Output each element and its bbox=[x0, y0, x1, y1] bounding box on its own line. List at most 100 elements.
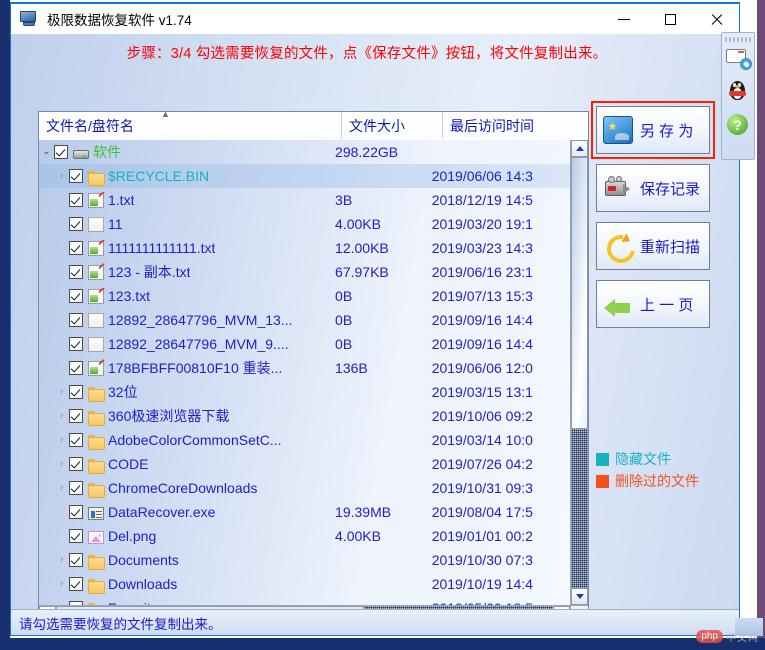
column-header-name[interactable]: 文件名/盘符名 ▲ bbox=[39, 112, 342, 139]
table-row[interactable]: › $RECYCLE.BIN 2019/06/06 14:3 bbox=[39, 164, 570, 188]
action-button-3[interactable]: 重新扫描 bbox=[596, 222, 710, 270]
chevron-down-icon bbox=[575, 594, 584, 599]
table-row[interactable]: › 32位 2019/03/15 13:1 bbox=[39, 380, 570, 404]
horizontal-scrollbar[interactable] bbox=[39, 605, 570, 609]
row-checkbox[interactable] bbox=[69, 457, 83, 471]
folder-icon bbox=[88, 482, 105, 498]
vertical-scroll-track[interactable] bbox=[571, 157, 588, 588]
app-window: 极限数据恢复软件 v1.74 步骤：3/4 勾选需要恢复的文件，点《保存文件》按… bbox=[10, 2, 740, 636]
action-button-wrapper: 保存记录 bbox=[596, 164, 714, 212]
row-checkbox[interactable] bbox=[69, 241, 83, 255]
action-button-2[interactable]: 保存记录 bbox=[596, 164, 710, 212]
table-row[interactable]: 123 - 副本.txt 67.97KB 2019/06/16 23:1 bbox=[39, 260, 570, 284]
row-checkbox[interactable] bbox=[69, 217, 83, 231]
table-row[interactable]: DataRecover.exe 19.39MB 2019/08/04 17:5 bbox=[39, 500, 570, 524]
cell-last-access-time: 2019/03/14 10:0 bbox=[431, 432, 533, 448]
table-row[interactable]: › 360极速浏览器下载 2019/10/06 09:2 bbox=[39, 404, 570, 428]
cell-file-size: 19.39MB bbox=[335, 504, 392, 520]
horizontal-scroll-thumb[interactable] bbox=[56, 606, 365, 609]
table-row[interactable]: ⌄ 软件 298.22GB bbox=[39, 140, 570, 164]
expand-toggle-closed-icon[interactable]: › bbox=[54, 572, 69, 596]
row-checkbox[interactable] bbox=[69, 265, 83, 279]
table-row[interactable]: 12892_28647796_MVM_13... 0B 2019/09/16 14:… bbox=[39, 308, 570, 332]
row-checkbox[interactable] bbox=[69, 313, 83, 327]
row-checkbox[interactable] bbox=[69, 385, 83, 399]
floating-toolbar: ? bbox=[721, 32, 755, 160]
file-name-label: 178BFBFF00810F10 重装... bbox=[108, 360, 283, 376]
table-row[interactable]: › CODE 2019/07/26 04:2 bbox=[39, 452, 570, 476]
table-row[interactable]: Del.png 4.00KB 2019/01/01 00:2 bbox=[39, 524, 570, 548]
minimize-button[interactable] bbox=[601, 4, 647, 34]
exe-file-icon bbox=[88, 506, 104, 520]
table-row[interactable]: › AdobeColorCommonSetC... 2019/03/14 10:0 bbox=[39, 428, 570, 452]
row-checkbox[interactable] bbox=[69, 409, 83, 423]
expand-toggle-closed-icon[interactable]: › bbox=[54, 404, 69, 428]
expand-toggle-closed-icon[interactable]: › bbox=[54, 476, 69, 500]
cell-file-name: › CODE bbox=[39, 452, 328, 476]
row-checkbox[interactable] bbox=[69, 577, 83, 591]
row-checkbox[interactable] bbox=[69, 433, 83, 447]
row-checkbox[interactable] bbox=[69, 169, 83, 183]
row-checkbox[interactable] bbox=[69, 529, 83, 543]
scroll-right-button[interactable] bbox=[553, 606, 570, 609]
table-row[interactable]: › Documents 2019/10/30 07:3 bbox=[39, 548, 570, 572]
folder-icon bbox=[88, 170, 105, 186]
expand-toggle-closed-icon[interactable]: › bbox=[54, 428, 69, 452]
vertical-scrollbar[interactable] bbox=[570, 140, 588, 605]
chevron-up-icon bbox=[575, 146, 584, 151]
cell-last-access-time: 2019/03/20 19:1 bbox=[431, 216, 533, 232]
cell-file-name: › $RECYCLE.BIN bbox=[39, 164, 328, 188]
maximize-button[interactable] bbox=[647, 4, 693, 34]
expand-toggle-closed-icon[interactable]: › bbox=[54, 164, 69, 188]
cell-file-name: 1.txt bbox=[39, 192, 328, 208]
horizontal-scroll-track[interactable] bbox=[56, 606, 553, 609]
action-button-1[interactable]: 另 存 为 bbox=[596, 106, 710, 154]
file-name-label: CODE bbox=[108, 456, 149, 472]
qq-penguin-icon[interactable] bbox=[724, 78, 752, 106]
table-row[interactable]: ›Favorites2019/05/09 18:5 bbox=[39, 596, 570, 605]
cell-file-size: 0B bbox=[335, 336, 353, 352]
row-checkbox[interactable] bbox=[69, 337, 83, 351]
row-checkbox[interactable] bbox=[69, 505, 83, 519]
row-checkbox[interactable] bbox=[69, 193, 83, 207]
action-button-4[interactable]: 上 一 页 bbox=[596, 280, 710, 328]
toolbar-grip[interactable] bbox=[725, 37, 751, 42]
expand-toggle-open-icon[interactable]: ⌄ bbox=[39, 140, 54, 164]
cell-last-access-time: 2019/03/15 13:1 bbox=[431, 384, 533, 400]
row-checkbox[interactable] bbox=[54, 145, 68, 159]
scroll-up-button[interactable] bbox=[571, 140, 588, 157]
expand-toggle-closed-icon[interactable]: › bbox=[54, 596, 69, 605]
row-checkbox[interactable] bbox=[69, 289, 83, 303]
expand-toggle-closed-icon[interactable]: › bbox=[54, 452, 69, 476]
watermark: php 中文网 bbox=[696, 629, 759, 644]
help-question-icon[interactable]: ? bbox=[724, 111, 752, 139]
expand-toggle-closed-icon[interactable]: › bbox=[54, 548, 69, 572]
scroll-left-button[interactable] bbox=[39, 606, 56, 609]
app-icon bbox=[19, 10, 39, 28]
table-row[interactable]: 12892_28647796_MVM_9.... 0B 2019/09/16 14:… bbox=[39, 332, 570, 356]
column-header-date-label: 最后访问时间 bbox=[450, 117, 534, 134]
expand-toggle-closed-icon[interactable]: › bbox=[54, 380, 69, 404]
table-row[interactable]: 11 4.00KB 2019/03/20 19:1 bbox=[39, 212, 570, 236]
table-row[interactable]: 1.txt 3B 2018/12/19 14:5 bbox=[39, 188, 570, 212]
row-checkbox[interactable] bbox=[69, 361, 83, 375]
table-row[interactable]: 178BFBFF00810F10 重装... 136B 2019/06/06 12:… bbox=[39, 356, 570, 380]
column-header-size[interactable]: 文件大小 bbox=[342, 112, 443, 139]
cell-file-name: 123 - 副本.txt bbox=[39, 262, 328, 282]
action-button-wrapper: 上 一 页 bbox=[596, 280, 714, 328]
screen-settings-icon[interactable] bbox=[724, 45, 752, 73]
table-row[interactable]: 123.txt 0B 2019/07/13 15:3 bbox=[39, 284, 570, 308]
table-row[interactable]: › Downloads 2019/10/19 14:4 bbox=[39, 572, 570, 596]
file-name-label: 11 bbox=[108, 216, 123, 232]
watermark-brand: php bbox=[696, 630, 723, 643]
close-button[interactable] bbox=[693, 4, 739, 34]
table-row[interactable]: › ChromeCoreDownloads 2019/10/31 09:3 bbox=[39, 476, 570, 500]
action-button-label: 上 一 页 bbox=[640, 296, 694, 314]
column-header-date[interactable]: 最后访问时间 bbox=[443, 112, 588, 139]
row-checkbox[interactable] bbox=[69, 481, 83, 495]
table-row[interactable]: 1111111111111.txt 12.00KB 2019/03/23 14:3 bbox=[39, 236, 570, 260]
vertical-scroll-thumb[interactable] bbox=[571, 157, 588, 429]
row-checkbox[interactable] bbox=[69, 553, 83, 567]
scroll-down-button[interactable] bbox=[571, 588, 588, 605]
rescan-icon bbox=[603, 232, 633, 260]
